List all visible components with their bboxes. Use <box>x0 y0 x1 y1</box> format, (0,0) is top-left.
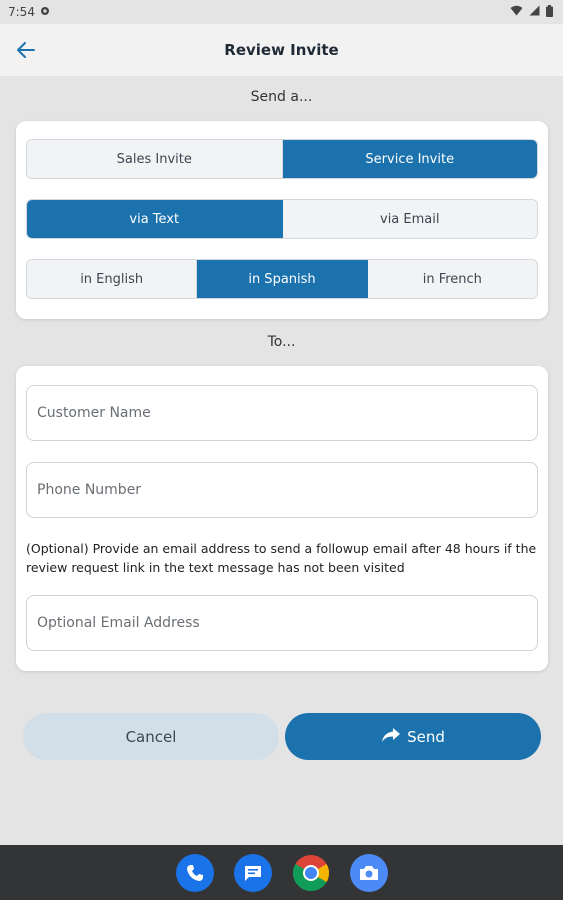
send-label: Send <box>407 727 445 746</box>
customer-name-input[interactable] <box>37 405 527 421</box>
service-invite-button[interactable]: Service Invite <box>282 140 537 178</box>
app-bar: Review Invite <box>0 24 563 76</box>
invite-type-toggle: Sales Invite Service Invite <box>26 139 538 179</box>
email-input[interactable] <box>37 615 527 631</box>
cancel-button[interactable]: Cancel <box>23 713 279 760</box>
invite-options-card: Sales Invite Service Invite via Text via… <box>16 121 548 319</box>
french-button[interactable]: in French <box>367 260 537 298</box>
arrow-left-icon <box>17 42 35 58</box>
phone-number-field[interactable] <box>26 462 538 518</box>
back-button[interactable] <box>12 36 40 64</box>
via-email-button[interactable]: via Email <box>282 200 537 238</box>
signal-icon <box>529 5 540 19</box>
english-button[interactable]: in English <box>27 260 198 298</box>
email-field[interactable] <box>26 595 538 651</box>
battery-icon <box>546 4 553 20</box>
messages-icon[interactable] <box>233 853 272 892</box>
customer-name-field[interactable] <box>26 385 538 441</box>
page-title: Review Invite <box>224 41 339 59</box>
navigation-dock <box>0 845 563 900</box>
send-button[interactable]: Send <box>285 713 541 760</box>
optional-email-note: (Optional) Provide an email address to s… <box>26 541 537 575</box>
spanish-button[interactable]: in Spanish <box>197 260 368 298</box>
phone-number-input[interactable] <box>37 482 527 498</box>
language-toggle: in English in Spanish in French <box>26 259 538 299</box>
status-time: 7:54 <box>8 5 35 19</box>
cancel-label: Cancel <box>125 727 177 746</box>
send-section-label: Send a... <box>250 89 313 105</box>
recipient-card: (Optional) Provide an email address to s… <box>16 366 548 671</box>
to-section-label: To... <box>267 334 296 350</box>
camera-icon[interactable] <box>349 853 388 892</box>
phone-icon[interactable] <box>175 853 214 892</box>
status-left: 7:54 <box>8 5 50 19</box>
share-arrow-icon <box>381 727 401 747</box>
channel-toggle: via Text via Email <box>26 199 538 239</box>
via-text-button[interactable]: via Text <box>27 200 283 238</box>
wifi-icon <box>510 5 523 19</box>
chrome-icon[interactable] <box>292 854 330 892</box>
sales-invite-button[interactable]: Sales Invite <box>27 140 283 178</box>
notification-icon <box>40 5 50 19</box>
status-right <box>510 4 553 20</box>
status-bar: 7:54 <box>0 0 563 24</box>
